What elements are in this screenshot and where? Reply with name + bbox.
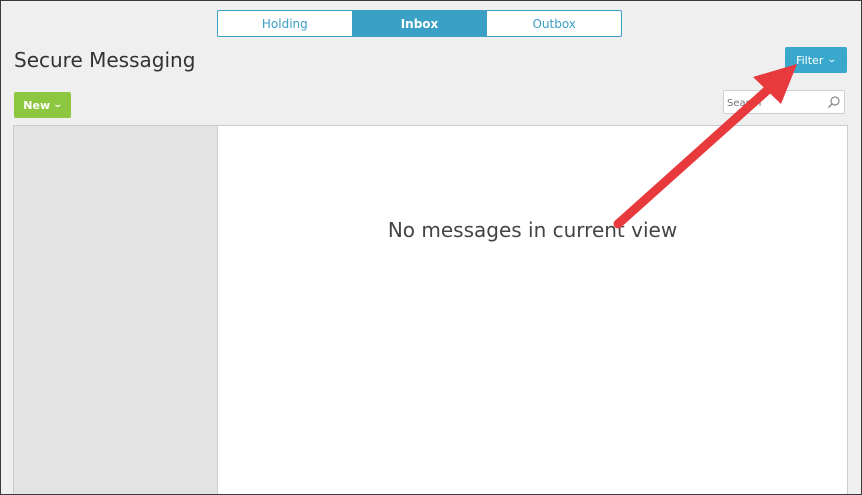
- filter-button[interactable]: Filter ⌄: [785, 47, 847, 73]
- view-tabs: Holding Inbox Outbox: [217, 10, 622, 37]
- message-content-pane: No messages in current view: [217, 125, 848, 494]
- search-input[interactable]: [724, 92, 827, 115]
- tab-outbox[interactable]: Outbox: [487, 11, 621, 36]
- message-list-pane: [13, 125, 217, 494]
- magnifier-icon[interactable]: [827, 95, 841, 109]
- tab-holding[interactable]: Holding: [218, 11, 353, 36]
- empty-state-message: No messages in current view: [387, 218, 678, 242]
- tab-inbox[interactable]: Inbox: [352, 11, 488, 36]
- search-box: [723, 90, 845, 115]
- page-title: Secure Messaging: [14, 48, 196, 72]
- new-button[interactable]: New ⌄: [14, 92, 71, 118]
- new-button-label: New: [23, 98, 51, 112]
- app-window: Holding Inbox Outbox Secure Messaging Fi…: [0, 0, 862, 495]
- chevron-down-icon: ⌄: [826, 54, 838, 65]
- filter-button-label: Filter: [796, 53, 824, 67]
- chevron-down-icon: ⌄: [52, 99, 64, 110]
